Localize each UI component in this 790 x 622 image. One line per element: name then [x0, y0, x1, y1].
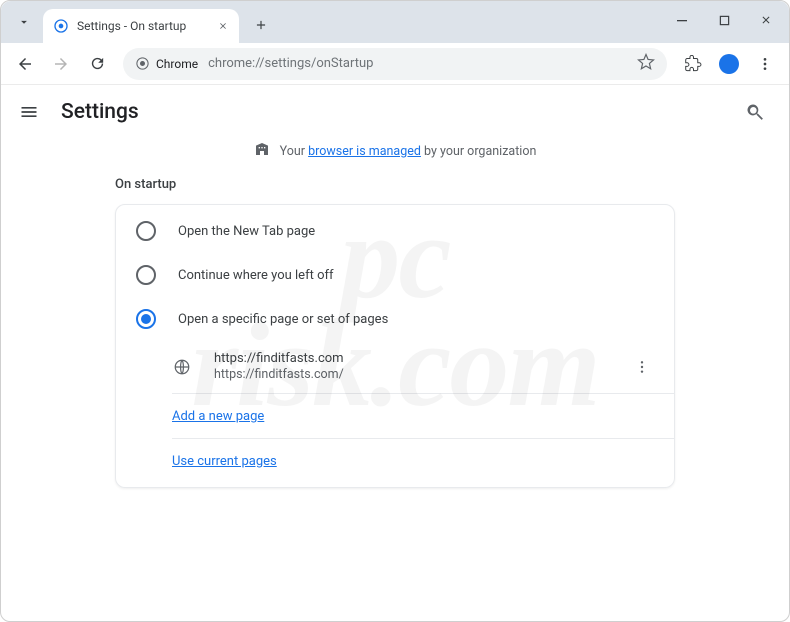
use-current-row[interactable]: Use current pages — [116, 439, 674, 483]
globe-icon — [172, 357, 192, 377]
section-heading: On startup — [115, 177, 675, 192]
option-label: Open the New Tab page — [178, 224, 315, 239]
site-chip-label: Chrome — [156, 57, 198, 71]
address-url: chrome://settings/onStartup — [208, 56, 373, 71]
option-continue[interactable]: Continue where you left off — [116, 253, 674, 297]
option-new-tab[interactable]: Open the New Tab page — [116, 209, 674, 253]
building-icon — [254, 141, 270, 161]
radio-unselected-icon — [136, 265, 156, 285]
startup-page-text: https://finditfasts.com https://finditfa… — [214, 350, 344, 384]
managed-banner: Your browser is managed by your organiza… — [254, 141, 537, 161]
chrome-menu-button[interactable] — [749, 48, 781, 80]
settings-search-button[interactable] — [737, 94, 773, 130]
option-specific-pages[interactable]: Open a specific page or set of pages — [116, 297, 674, 341]
active-tab[interactable]: Settings - On startup — [43, 9, 239, 43]
address-bar[interactable]: Chrome chrome://settings/onStartup — [123, 48, 667, 80]
startup-page-row: https://finditfasts.com https://finditfa… — [116, 341, 674, 393]
startup-page-url: https://finditfasts.com/ — [214, 367, 344, 384]
forward-button[interactable] — [45, 48, 77, 80]
managed-text: Your browser is managed by your organiza… — [280, 144, 537, 159]
option-label: Open a specific page or set of pages — [178, 312, 388, 327]
startup-card: Open the New Tab page Continue where you… — [115, 204, 675, 488]
option-label: Continue where you left off — [178, 268, 334, 283]
avatar-icon — [719, 54, 739, 74]
maximize-button[interactable] — [707, 5, 741, 35]
page-actions-button[interactable] — [630, 355, 654, 379]
tab-search-button[interactable] — [9, 7, 39, 37]
back-button[interactable] — [9, 48, 41, 80]
add-page-link[interactable]: Add a new page — [172, 409, 264, 424]
use-current-link[interactable]: Use current pages — [172, 454, 277, 469]
page-title: Settings — [61, 100, 139, 124]
settings-content: Your browser is managed by your organiza… — [1, 139, 789, 621]
profile-button[interactable] — [713, 48, 745, 80]
reload-button[interactable] — [81, 48, 113, 80]
window-controls — [665, 5, 783, 35]
add-page-row[interactable]: Add a new page — [116, 394, 674, 438]
radio-selected-icon — [136, 309, 156, 329]
close-window-button[interactable] — [749, 5, 783, 35]
new-tab-button[interactable] — [247, 11, 275, 39]
startup-page-title: https://finditfasts.com — [214, 350, 344, 368]
radio-unselected-icon — [136, 221, 156, 241]
settings-favicon — [53, 18, 69, 34]
tab-close-button[interactable] — [215, 18, 231, 34]
extensions-button[interactable] — [677, 48, 709, 80]
site-chip: Chrome — [135, 56, 198, 71]
tab-title: Settings - On startup — [77, 19, 207, 33]
browser-toolbar: Chrome chrome://settings/onStartup — [1, 43, 789, 85]
settings-header: Settings — [1, 85, 789, 139]
bookmark-star-icon[interactable] — [637, 53, 655, 75]
minimize-button[interactable] — [665, 5, 699, 35]
tab-strip: Settings - On startup — [1, 1, 789, 43]
managed-link[interactable]: browser is managed — [308, 144, 421, 159]
settings-menu-button[interactable] — [17, 100, 41, 124]
